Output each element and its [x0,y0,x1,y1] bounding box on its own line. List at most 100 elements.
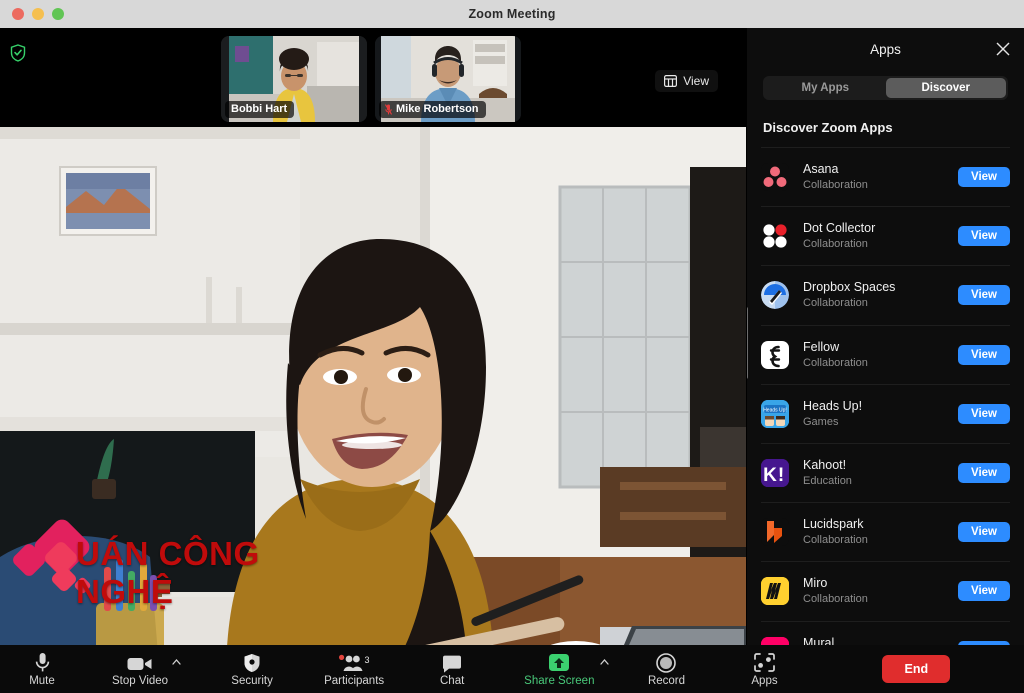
app-name: Miro [803,575,958,591]
record-icon [656,652,676,673]
shield-check-icon[interactable] [10,44,26,62]
app-meta: Dropbox Spaces Collaboration [803,279,958,311]
meeting-toolbar: Mute Stop Video Security [0,645,1024,693]
list-item[interactable]: M Mural Collaboration View [761,621,1010,648]
view-label: View [683,74,709,88]
panel-scrollbar[interactable] [747,307,748,379]
titlebar: Zoom Meeting [0,0,1024,28]
view-layout-button[interactable]: View [655,70,718,92]
participant-thumbnail[interactable]: Mike Robertson [375,36,521,122]
panel-tab-switcher: My Apps Discover [763,76,1008,100]
app-category: Collaboration [803,592,958,607]
share-screen-button[interactable]: Share Screen [524,645,594,693]
list-item[interactable]: Lucidspark Collaboration View [761,502,1010,561]
app-meta: Dot Collector Collaboration [803,220,958,252]
app-meta: Miro Collaboration [803,575,958,607]
discover-app-list[interactable]: Asana Collaboration View Dot Collector C… [747,147,1024,647]
app-name: Fellow [803,339,958,355]
apps-label: Apps [751,675,777,687]
security-label: Security [231,675,273,687]
tab-my-apps[interactable]: My Apps [765,78,886,98]
svg-text:!: ! [778,465,784,486]
panel-header: Apps [747,28,1024,72]
zoom-meeting-window: Zoom Meeting [0,0,1024,693]
app-meta: Kahoot! Education [803,457,958,489]
view-app-button[interactable]: View [958,285,1010,305]
app-category: Games [803,415,958,430]
stop-video-button[interactable]: Stop Video [112,645,168,693]
app-category: Collaboration [803,237,958,252]
chat-button[interactable]: Chat [426,645,478,693]
app-name: Asana [803,161,958,177]
app-meta: Asana Collaboration [803,161,958,193]
participant-thumbnail-strip: Bobbi Hart [221,36,521,122]
app-category: Collaboration [803,296,958,311]
svg-text:K: K [763,465,777,486]
app-category: Collaboration [803,533,958,548]
app-category: Collaboration [803,178,958,193]
stop-video-label: Stop Video [112,675,168,687]
view-app-button[interactable]: View [958,404,1010,424]
app-name: Kahoot! [803,457,958,473]
mute-button[interactable]: Mute [16,645,68,693]
participants-label: Participants [324,675,384,687]
view-app-button[interactable]: View [958,345,1010,365]
view-app-button[interactable]: View [958,226,1010,246]
view-app-button[interactable]: View [958,522,1010,542]
participant-name-badge: Mike Robertson [379,101,486,118]
participant-name: Mike Robertson [396,103,479,115]
panel-title: Apps [747,42,1024,57]
speaker-video-frame [0,127,746,678]
muted-microphone-icon [385,104,392,115]
list-item[interactable]: K! Kahoot! Education View [761,443,1010,502]
miro-icon [761,577,789,605]
apps-button[interactable]: Apps [738,645,790,693]
share-screen-label: Share Screen [524,675,594,687]
app-name: Dot Collector [803,220,958,236]
chevron-up-icon[interactable] [600,659,609,665]
shield-icon [243,652,261,673]
list-item[interactable]: Fellow Collaboration View [761,325,1010,384]
dot-collector-icon [761,222,789,250]
app-meta: Lucidspark Collaboration [803,516,958,548]
list-item[interactable]: Heads Up! Heads Up! Games View [761,384,1010,443]
app-meta: Heads Up! Games [803,398,958,430]
participants-icon: 3 [337,652,371,673]
heads-up-icon: Heads Up! [761,400,789,428]
active-speaker-video[interactable] [0,127,746,678]
view-app-button[interactable]: View [958,167,1010,187]
app-name: Heads Up! [803,398,958,414]
app-meta: Fellow Collaboration [803,339,958,371]
list-item[interactable]: Dropbox Spaces Collaboration View [761,265,1010,324]
video-camera-icon [127,652,153,673]
record-label: Record [648,675,685,687]
participants-button[interactable]: 3 Participants [324,645,384,693]
microphone-icon [34,652,51,673]
close-icon[interactable] [996,42,1010,56]
svg-text:Heads Up!: Heads Up! [763,407,787,413]
participants-count: 3 [365,655,370,665]
record-button[interactable]: Record [640,645,692,693]
mute-label: Mute [29,675,55,687]
app-name: Dropbox Spaces [803,279,958,295]
list-item[interactable]: Miro Collaboration View [761,561,1010,620]
app-category: Education [803,474,958,489]
security-button[interactable]: Security [226,645,278,693]
list-item[interactable]: Dot Collector Collaboration View [761,206,1010,265]
asana-icon [761,163,789,191]
tab-discover[interactable]: Discover [886,78,1007,98]
kahoot-icon: K! [761,459,789,487]
view-app-button[interactable]: View [958,581,1010,601]
participant-thumbnail[interactable]: Bobbi Hart [221,36,367,122]
list-item[interactable]: Asana Collaboration View [761,147,1010,206]
share-screen-icon [547,652,571,673]
fellow-icon [761,341,789,369]
apps-icon [754,652,775,673]
participant-name: Bobbi Hart [231,103,287,115]
lucidspark-icon [761,518,789,546]
app-name: Lucidspark [803,516,958,532]
view-app-button[interactable]: View [958,463,1010,483]
chat-label: Chat [440,675,464,687]
end-meeting-button[interactable]: End [882,655,950,683]
chevron-up-icon[interactable] [172,659,181,665]
